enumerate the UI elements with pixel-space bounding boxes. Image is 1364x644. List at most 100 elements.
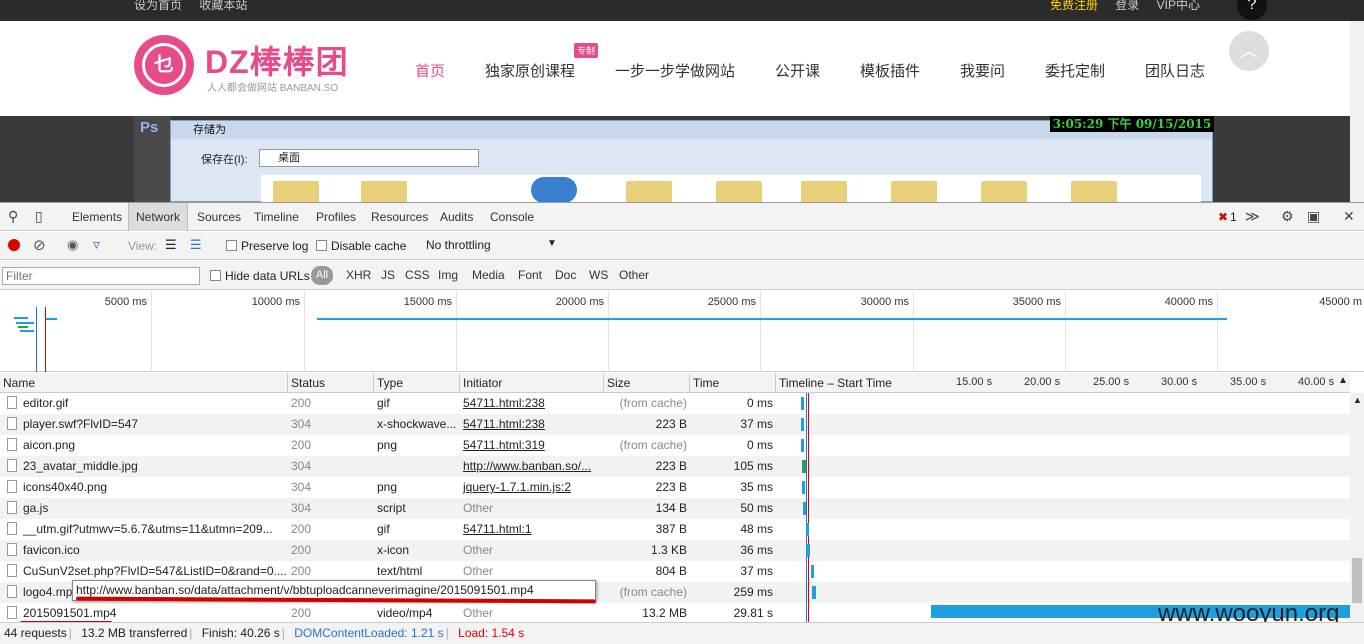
tab-profiles[interactable]: Profiles [316, 210, 356, 224]
col-name[interactable]: Name [0, 373, 288, 393]
cell-initiator[interactable]: 54711.html:319 [460, 435, 604, 456]
video-player-area[interactable]: Ps 存储为 保存在(I): 桌面 3:05:29 下午 09/15/2015 [0, 116, 1350, 203]
cell-initiator: Other [463, 501, 494, 515]
filter-media[interactable]: Media [472, 268, 505, 282]
login-link[interactable]: 登录 [1115, 0, 1139, 12]
col-size[interactable]: Size [604, 373, 690, 393]
large-rows-icon[interactable]: ☰ [165, 237, 177, 253]
table-scrollbar[interactable]: ▲ [1350, 393, 1364, 624]
close-icon[interactable]: ✕ [1343, 208, 1355, 225]
cell-name: CuSunV2set.php?FlvID=547&ListID=0&rand=0… [0, 561, 288, 582]
timeline-bar [803, 502, 807, 515]
nav-step-by-step[interactable]: 一步一步学做网站 [615, 60, 735, 81]
timeline-tick-label: 35.00 s [1230, 376, 1267, 388]
disable-cache-checkbox[interactable]: Disable cache [316, 239, 406, 253]
tab-timeline[interactable]: Timeline [254, 210, 299, 224]
filter-js[interactable]: JS [381, 268, 395, 282]
tab-sources[interactable]: Sources [197, 210, 241, 224]
load-line [808, 582, 809, 603]
cell-initiator[interactable]: 54711.html:1 [460, 519, 604, 540]
filter-doc[interactable]: Doc [555, 268, 576, 282]
overview-tick: 30000 ms [761, 291, 914, 372]
console-drawer-icon[interactable]: ≫ [1245, 208, 1260, 225]
error-icon[interactable]: ✖ [1218, 210, 1228, 224]
col-status[interactable]: Status [288, 373, 374, 393]
cell-initiator[interactable]: 54711.html:238 [460, 414, 604, 435]
register-link[interactable]: 免费注册 [1050, 0, 1098, 12]
table-row[interactable]: editor.gif 200 gif 54711.html:238 (from cach… [0, 393, 1350, 414]
help-icon[interactable]: ? [1237, 0, 1267, 20]
table-row[interactable]: player.swf?FlvID=547 304 x-shockwave... 547… [0, 414, 1350, 435]
cell-size: 1.3 KB [650, 543, 687, 557]
network-overview[interactable]: 5000 ms 10000 ms 15000 ms 20000 ms 25000… [0, 291, 1364, 372]
device-mode-icon[interactable]: ▯ [35, 208, 43, 225]
filter-xhr[interactable]: XHR [346, 268, 371, 282]
cell-type: png [377, 480, 398, 494]
table-scrollbar-thumb[interactable] [1352, 558, 1362, 603]
filter-icon[interactable]: ▿ [93, 236, 100, 253]
preserve-log-checkbox[interactable]: Preserve log [226, 239, 308, 253]
filter-other[interactable]: Other [619, 268, 649, 282]
table-row[interactable]: ga.js 304 script Other 134 B 50 ms [0, 498, 1350, 519]
filter-all-button[interactable]: All [311, 266, 333, 285]
nav-public-courses[interactable]: 公开课 [775, 60, 820, 81]
hide-data-urls-checkbox[interactable]: Hide data URLs [210, 269, 310, 283]
cell-initiator[interactable]: 54711.html:238 [460, 393, 604, 414]
logo-text[interactable]: DZ棒棒团 [205, 37, 349, 83]
overview-tick: 25000 ms [609, 291, 761, 372]
col-type[interactable]: Type [374, 373, 460, 393]
chevron-down-icon[interactable]: ▼ [547, 238, 557, 249]
nav-ask[interactable]: 我要问 [960, 60, 1005, 81]
tab-audits[interactable]: Audits [440, 210, 473, 224]
overview-icon[interactable]: ☰ [190, 237, 202, 253]
sort-up-icon[interactable]: ▲ [1338, 375, 1348, 386]
nav-custom[interactable]: 委托定制 [1045, 60, 1105, 81]
tab-console[interactable]: Console [490, 210, 534, 224]
page-scrollbar[interactable] [1350, 21, 1364, 202]
col-initiator[interactable]: Initiator [460, 373, 604, 393]
nav-templates[interactable]: 模板插件 [860, 60, 920, 81]
filter-font[interactable]: Font [518, 268, 542, 282]
table-row[interactable]: 23_avatar_middle.jpg 304 http://www.banban… [0, 456, 1350, 477]
table-row[interactable]: __utm.gif?utmwv=5.6.7&utms=11&utmn=209..… [0, 519, 1350, 540]
cell-name: ga.js [0, 498, 288, 519]
filter-css[interactable]: CSS [405, 268, 430, 282]
settings-gear-icon[interactable]: ⚙ [1281, 208, 1294, 225]
filter-ws[interactable]: WS [589, 268, 608, 282]
tab-network[interactable]: Network [128, 203, 189, 231]
devtools-tabbar: ⚲ ▯ Elements Network Sources Timeline Pr… [0, 203, 1364, 231]
record-icon[interactable] [8, 239, 20, 251]
filter-img[interactable]: Img [438, 268, 458, 282]
table-row[interactable]: icons40x40.png 304 png jquery-1.7.1.min.js:… [0, 477, 1350, 498]
overview-tick: 45000 m [1218, 291, 1364, 372]
filter-input[interactable] [2, 267, 200, 285]
logo-icon[interactable]: 乜 [134, 35, 194, 95]
table-row[interactable]: aicon.png 200 png 54711.html:319 (from cache… [0, 435, 1350, 456]
dock-icon[interactable]: ▣ [1307, 208, 1320, 225]
cell-type: x-shockwave... [377, 417, 457, 431]
throttling-select[interactable]: No throttling [426, 238, 491, 252]
tab-resources[interactable]: Resources [371, 210, 428, 224]
set-homepage-link[interactable]: 设为首页 [134, 0, 182, 12]
nav-original-courses[interactable]: 独家原创课程 [485, 60, 575, 81]
scroll-top-icon[interactable]: ︿ [1229, 31, 1269, 71]
capture-screenshots-icon[interactable]: ◉ [67, 237, 78, 253]
cell-initiator[interactable]: jquery-1.7.1.min.js:2 [460, 477, 604, 498]
clear-icon[interactable]: ⊘ [33, 236, 46, 254]
inspect-icon[interactable]: ⚲ [8, 208, 18, 225]
cell-initiator[interactable]: http://www.banban.so/... [460, 456, 604, 477]
vip-link[interactable]: VIP中心 [1157, 0, 1200, 12]
site-top-strip: 设为首页 收藏本站 免费注册 登录 VIP中心 ? [0, 0, 1364, 21]
overview-tick-label: 30000 ms [860, 296, 909, 308]
table-row[interactable]: favicon.ico 200 x-icon Other 1.3 KB 36 ms [0, 540, 1350, 561]
nav-team-log[interactable]: 团队日志 [1145, 60, 1205, 81]
status-load: Load: 1.54 s [458, 626, 525, 640]
bookmark-link[interactable]: 收藏本站 [199, 0, 247, 12]
col-time[interactable]: Time [690, 373, 776, 393]
tab-elements[interactable]: Elements [72, 210, 122, 224]
nav-home[interactable]: 首页 [415, 60, 445, 81]
table-row[interactable]: CuSunV2set.php?FlvID=547&ListID=0&rand=0… [0, 561, 1350, 582]
scroll-up-icon[interactable]: ▲ [1353, 395, 1362, 405]
save-in-select: 桌面 [259, 149, 479, 167]
cell-name: favicon.ico [0, 540, 288, 561]
